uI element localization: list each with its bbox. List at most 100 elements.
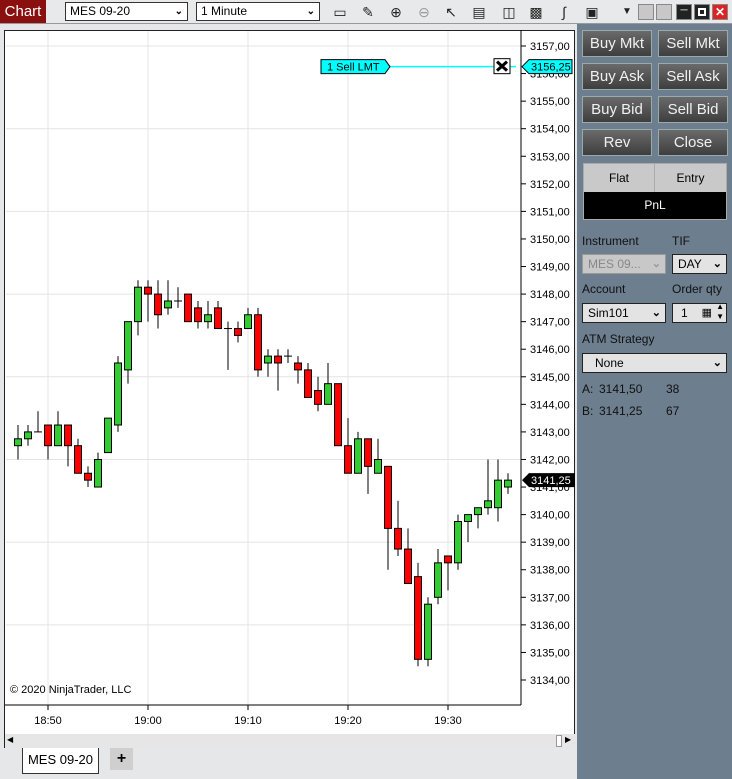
account-value: Sim101 <box>588 306 629 320</box>
bid-price: 3141,25 <box>599 404 643 418</box>
candle-body <box>114 362 122 426</box>
candle-body <box>404 548 412 585</box>
instrument-label: Instrument <box>582 234 639 248</box>
sell-bid-button[interactable]: Sell Bid <box>658 96 728 123</box>
candle <box>444 555 452 591</box>
candle-body <box>74 445 82 474</box>
price-axis-label: 3154,00 <box>530 124 570 136</box>
buy-ask-button[interactable]: Buy Ask <box>582 63 652 90</box>
candle <box>424 597 432 667</box>
order-qty-input[interactable]: 1 ▦ ▲ ▼ <box>672 302 727 323</box>
time-axis-label: 18:50 <box>34 715 62 727</box>
candle-body <box>24 431 32 440</box>
instrument-value: MES 09... <box>588 257 641 271</box>
candle-body <box>454 520 462 564</box>
scroll-right-icon[interactable]: ▶ <box>565 735 571 744</box>
time-axis-label: 19:10 <box>234 715 262 727</box>
instrument-select[interactable]: MES 09... ⌄ <box>582 254 666 274</box>
candle-body <box>474 507 482 516</box>
price-axis-label: 3138,00 <box>530 565 570 577</box>
candle <box>454 514 462 570</box>
order-label[interactable]: 1 Sell LMT <box>327 62 380 74</box>
buy-mkt-button[interactable]: Buy Mkt <box>582 30 652 57</box>
candle-body <box>444 555 452 564</box>
bid-label: B: <box>582 404 594 418</box>
price-axis-label: 3152,00 <box>530 179 570 191</box>
candle-body <box>344 445 352 474</box>
ask-size: 38 <box>666 382 680 396</box>
price-axis-label: 3143,00 <box>530 427 570 439</box>
scroll-thumb[interactable] <box>556 735 562 747</box>
chevron-down-icon: ⌄ <box>651 307 661 319</box>
spinner-icon[interactable]: ▲ ▼ <box>716 302 724 322</box>
candle-body <box>244 314 252 330</box>
window-option-button[interactable] <box>638 4 654 20</box>
add-tab-button[interactable]: + <box>110 748 133 770</box>
candle-body <box>64 424 72 447</box>
atm-strategy-select[interactable]: None ⌄ <box>582 353 727 373</box>
candle <box>194 300 202 329</box>
candle-body <box>384 465 392 529</box>
cancel-order-icon[interactable] <box>493 58 511 75</box>
price-axis-label: 3147,00 <box>530 317 570 329</box>
candle <box>294 356 302 384</box>
candle <box>34 411 42 433</box>
candle <box>274 349 282 391</box>
candle <box>24 425 32 446</box>
chevron-down-icon: ⌄ <box>712 357 722 369</box>
dropdown-icon[interactable]: ▼ <box>618 3 636 21</box>
candle <box>214 300 222 330</box>
time-axis-label: 19:20 <box>334 715 362 727</box>
candle <box>384 465 392 570</box>
candle <box>44 424 52 460</box>
price-axis-label: 3157,00 <box>530 41 570 53</box>
minimize-button[interactable]: ─ <box>676 4 692 20</box>
tif-select[interactable]: DAY ⌄ <box>672 254 727 274</box>
reverse-button[interactable]: Rev <box>582 129 652 156</box>
candle-body <box>164 300 172 309</box>
time-axis-label: 19:00 <box>134 715 162 727</box>
candle-body <box>84 472 92 481</box>
candle-body <box>434 562 442 598</box>
candle-body <box>504 479 512 488</box>
price-axis-label: 3139,00 <box>530 537 570 549</box>
close-window-button[interactable]: ✕ <box>712 4 728 20</box>
buy-bid-button[interactable]: Buy Bid <box>582 96 652 123</box>
tif-label: TIF <box>672 234 690 248</box>
candle-body <box>154 293 162 316</box>
sell-mkt-button[interactable]: Sell Mkt <box>658 30 728 57</box>
candle <box>464 514 472 543</box>
candle <box>284 349 292 363</box>
maximize-button[interactable] <box>694 4 710 20</box>
position-display: Flat Entry PnL <box>583 163 727 220</box>
position-status: Flat <box>584 164 655 192</box>
calculator-icon[interactable]: ▦ <box>702 304 712 322</box>
candle <box>324 362 332 405</box>
candle-body <box>364 438 372 467</box>
horizontal-scrollbar[interactable]: ◀ ▶ <box>5 734 575 748</box>
order-price-label: 3156,25 <box>531 62 571 74</box>
candle <box>304 362 312 398</box>
price-chart[interactable]: 3157,003156,003155,003154,003153,003152,… <box>0 0 580 740</box>
account-select[interactable]: Sim101 ⌄ <box>582 303 666 323</box>
scroll-left-icon[interactable]: ◀ <box>7 735 13 744</box>
sell-ask-button[interactable]: Sell Ask <box>658 63 728 90</box>
candle <box>164 280 172 315</box>
candle <box>234 321 242 343</box>
candle <box>364 438 372 494</box>
candle <box>114 356 122 432</box>
candle <box>264 349 272 377</box>
properties-icon[interactable]: ▣ <box>583 3 601 21</box>
candle <box>204 300 212 329</box>
close-position-button[interactable]: Close <box>658 129 728 156</box>
price-axis-label: 3153,00 <box>530 151 570 163</box>
candle-body <box>214 307 222 330</box>
candle-body <box>234 328 242 336</box>
candle <box>104 417 112 454</box>
entry-price: Entry <box>655 164 726 192</box>
candle <box>414 562 422 667</box>
window-option-button[interactable] <box>656 4 672 20</box>
candle <box>94 452 102 488</box>
tab-mes-09-20[interactable]: MES 09-20 <box>22 748 99 774</box>
price-axis-label: 3142,00 <box>530 454 570 466</box>
